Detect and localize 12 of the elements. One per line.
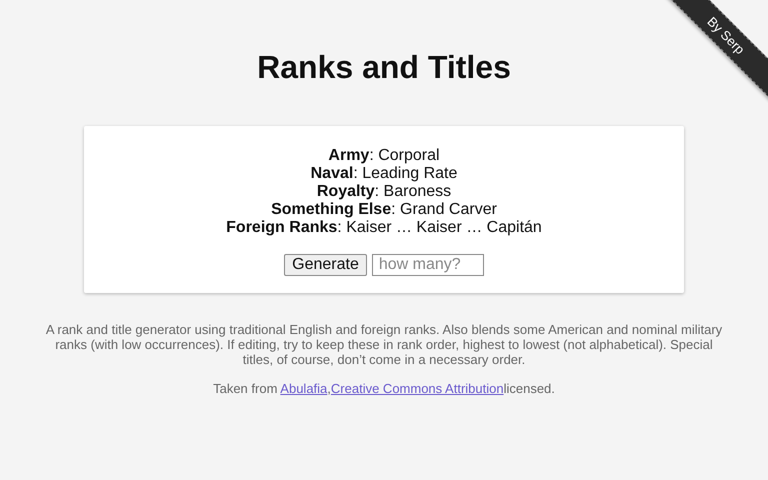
credit-text: Taken from Abulafia,Creative Commons Attributionlicensed. [212, 381, 556, 396]
description-text: A rank and title generator using traditional English and foreign ranks. Also blends some American and nominal military ranks (with low occurrences). If editing, try to keep these in rank order, highest to lowest (not alphabetical). Special titles, of course, don’t come in a necessary order. [44, 322, 724, 367]
generate-button[interactable]: Generate [284, 254, 367, 276]
rank-result: Naval: Leading Rate [310, 165, 458, 183]
page-title: Ranks and Titles [257, 48, 511, 86]
rank-result: Something Else: Grand Carver [270, 201, 498, 219]
credit-link[interactable]: Abulafia [280, 381, 328, 396]
rank-result: Royalty: Baroness [316, 183, 452, 201]
rank-result: Foreign Ranks: Kaiser … Kaiser … Capitán [225, 219, 543, 237]
count-field[interactable]: how many? [372, 254, 484, 276]
credit-link[interactable]: Creative Commons Attribution [330, 381, 504, 396]
rank-result: Army: Corporal [327, 147, 441, 165]
